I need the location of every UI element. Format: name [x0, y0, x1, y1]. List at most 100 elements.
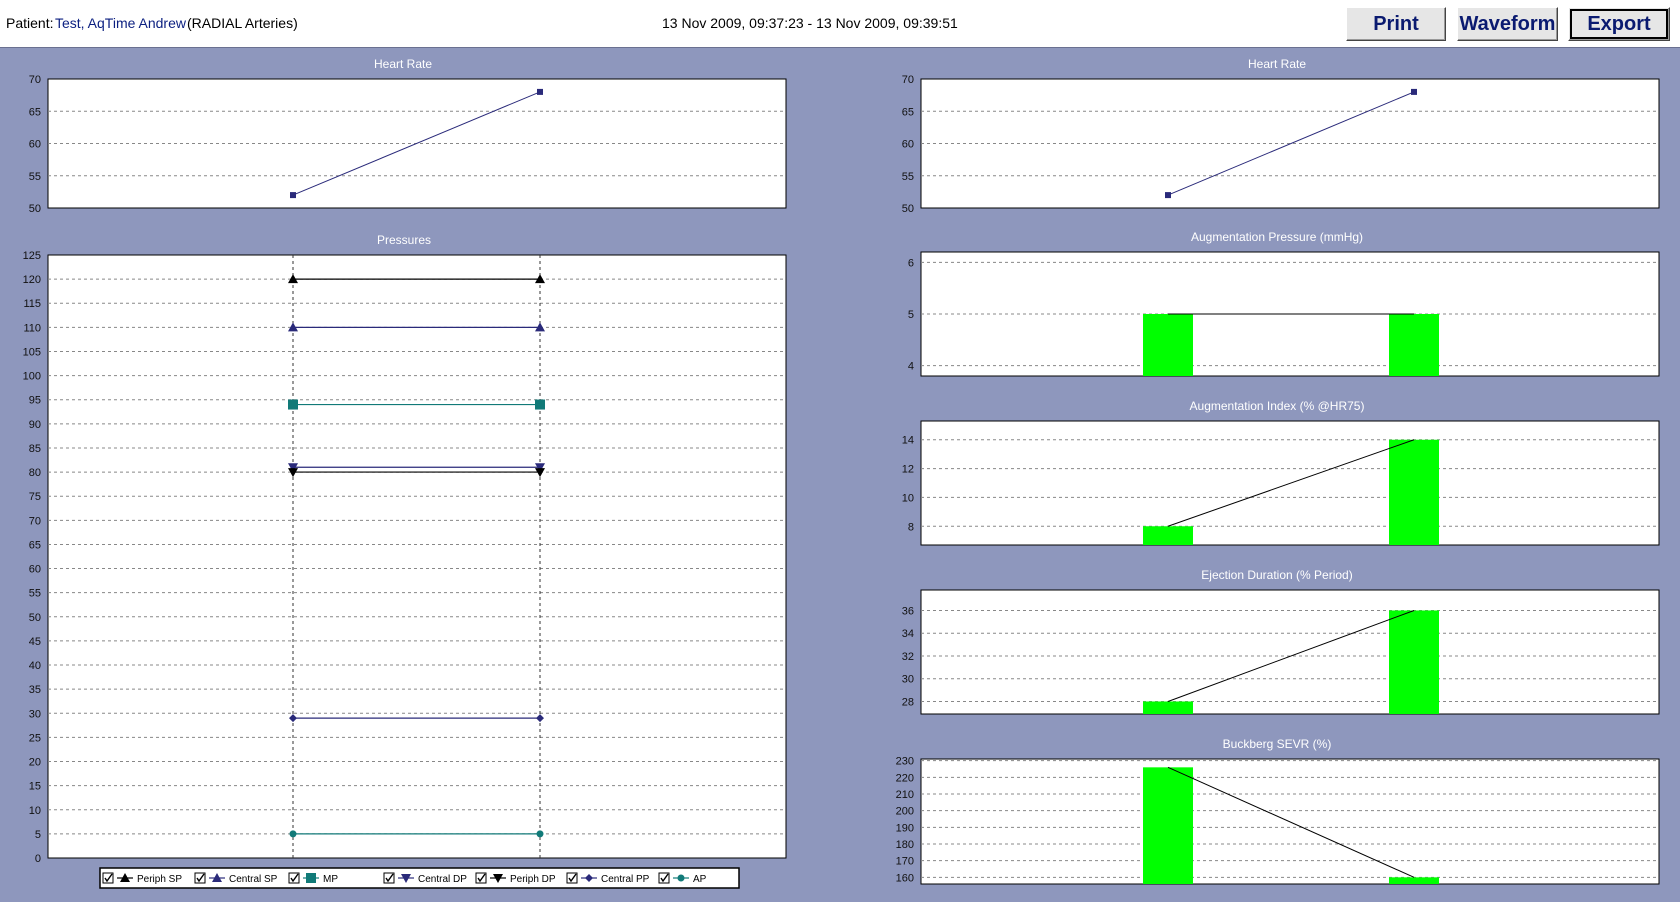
y-tick-label: 5 — [908, 309, 914, 321]
chart-title: Pressures — [377, 233, 431, 247]
patient-name: Test, AqTime Andrew — [55, 15, 186, 31]
data-point — [288, 399, 298, 410]
bar — [1389, 610, 1439, 714]
y-tick-label: 125 — [23, 250, 41, 262]
bar — [1143, 701, 1193, 714]
print-button[interactable]: Print — [1346, 7, 1446, 41]
y-tick-label: 80 — [29, 467, 41, 479]
y-tick-label: 55 — [29, 171, 41, 183]
chart-heart-rate-right: Heart Rate 50 55 60 65 70 — [902, 57, 1660, 215]
y-tick-label: 115 — [23, 298, 41, 310]
y-tick-label: 45 — [29, 636, 41, 648]
y-tick-label: 160 — [896, 872, 914, 884]
y-tick-label: 65 — [29, 106, 41, 118]
y-tick-label: 90 — [29, 419, 41, 431]
legend-label: Central PP — [601, 874, 650, 885]
bar — [1143, 314, 1193, 376]
y-tick-label: 120 — [23, 274, 41, 286]
y-tick-label: 70 — [902, 74, 914, 86]
chart-title: Heart Rate — [374, 57, 432, 71]
y-tick-label: 75 — [29, 491, 41, 503]
y-tick-label: 220 — [896, 772, 914, 784]
y-tick-label: 110 — [23, 322, 41, 334]
y-tick-label: 65 — [29, 539, 41, 551]
bar — [1389, 439, 1439, 545]
chart-ejection-duration: Ejection Duration (% Period) 28 30 32 34 36 — [902, 568, 1660, 715]
chart-buckberg-sevr: Buckberg SEVR (%) 160 170 180 190 200 210 220 2… — [896, 737, 1660, 885]
header-bar: Patient: Test, AqTime Andrew (RADIAL Art… — [0, 0, 1680, 48]
y-tick-label: 60 — [29, 139, 41, 151]
chart-title: Augmentation Pressure (mmHg) — [1191, 230, 1363, 244]
data-point — [1165, 192, 1171, 199]
y-tick-label: 15 — [29, 781, 41, 793]
bar — [1389, 314, 1439, 376]
data-point — [1411, 88, 1417, 95]
legend-label: Periph DP — [510, 874, 556, 885]
y-tick-label: 12 — [902, 464, 914, 476]
y-tick-label: 180 — [896, 839, 914, 851]
y-tick-label: 60 — [29, 564, 41, 576]
export-button[interactable]: Export — [1568, 7, 1670, 41]
chart-title: Heart Rate — [1248, 57, 1306, 71]
y-tick-label: 30 — [902, 674, 914, 686]
chart-heart-rate-left: Heart Rate 50 55 60 65 70 — [29, 57, 787, 215]
charts-area: Heart Rate 5055606570 Pressures 05101520… — [23, 57, 1660, 889]
chart-title: Buckberg SEVR (%) — [1223, 737, 1332, 751]
y-tick-label: 55 — [902, 171, 914, 183]
y-tick-label: 10 — [902, 492, 914, 504]
legend-swatch-marker — [677, 874, 685, 882]
y-tick-label: 50 — [902, 203, 914, 215]
y-tick-label: 60 — [902, 139, 914, 151]
y-tick-label: 200 — [896, 806, 914, 818]
y-tick-label: 10 — [29, 805, 41, 817]
date-range: 13 Nov 2009, 09:37:23 - 13 Nov 2009, 09:… — [662, 15, 958, 31]
y-tick-label: 25 — [29, 732, 41, 744]
data-point — [290, 192, 296, 199]
chart-augmentation-index: Augmentation Index (% @HR75) 8 10 12 14 — [902, 399, 1660, 546]
legend-swatch-marker — [306, 873, 316, 883]
y-tick-label: 70 — [29, 515, 41, 527]
y-tick-label: 95 — [29, 395, 41, 407]
bar — [1143, 767, 1193, 884]
y-tick-label: 230 — [896, 756, 914, 768]
y-tick-label: 50 — [29, 612, 41, 624]
plot-area — [920, 589, 1660, 715]
plot-area — [47, 254, 787, 859]
y-tick-label: 40 — [29, 660, 41, 672]
y-tick-label: 85 — [29, 443, 41, 455]
data-point — [537, 88, 543, 95]
legend-label: Central DP — [418, 874, 467, 885]
y-tick-label: 105 — [23, 346, 41, 358]
y-tick-label: 50 — [29, 203, 41, 215]
y-tick-label: 36 — [902, 605, 914, 617]
y-tick-label: 6 — [908, 257, 914, 269]
y-tick-label: 0 — [35, 853, 41, 865]
y-tick-label: 100 — [23, 371, 41, 383]
y-tick-label: 14 — [902, 435, 914, 447]
y-tick-label: 55 — [29, 588, 41, 600]
chart-pressures: Pressures 0 5 10 15 20 25 30 35 40 45 50 55 60 65 70 75… — [23, 233, 787, 865]
chart-title: Augmentation Index (% @HR75) — [1190, 399, 1365, 413]
y-tick-label: 34 — [902, 628, 914, 640]
pressures-legend: Periph SP Central SP MP Central DP Periph DP… — [99, 867, 740, 889]
legend-label: Periph SP — [137, 874, 182, 885]
patient-label: Patient: — [6, 15, 54, 31]
bar — [1143, 526, 1193, 545]
y-tick-label: 20 — [29, 757, 41, 769]
legend-label: AP — [693, 874, 707, 885]
bar — [1389, 877, 1439, 884]
y-tick-label: 28 — [902, 696, 914, 708]
y-tick-label: 210 — [896, 789, 914, 801]
artery-label: (RADIAL Arteries) — [187, 15, 298, 31]
data-point — [535, 399, 545, 410]
y-tick-label: 170 — [896, 856, 914, 868]
y-tick-label: 8 — [908, 521, 914, 533]
chart-augmentation-pressure: Augmentation Pressure (mmHg) 4 5 6 — [908, 230, 1660, 377]
y-tick-label: 5 — [35, 829, 41, 841]
legend-label: MP — [323, 874, 338, 885]
legend-label: Central SP — [229, 874, 278, 885]
waveform-button[interactable]: Waveform — [1457, 7, 1558, 41]
data-point — [289, 830, 297, 838]
y-tick-label: 4 — [908, 361, 914, 373]
y-tick-label: 35 — [29, 684, 41, 696]
